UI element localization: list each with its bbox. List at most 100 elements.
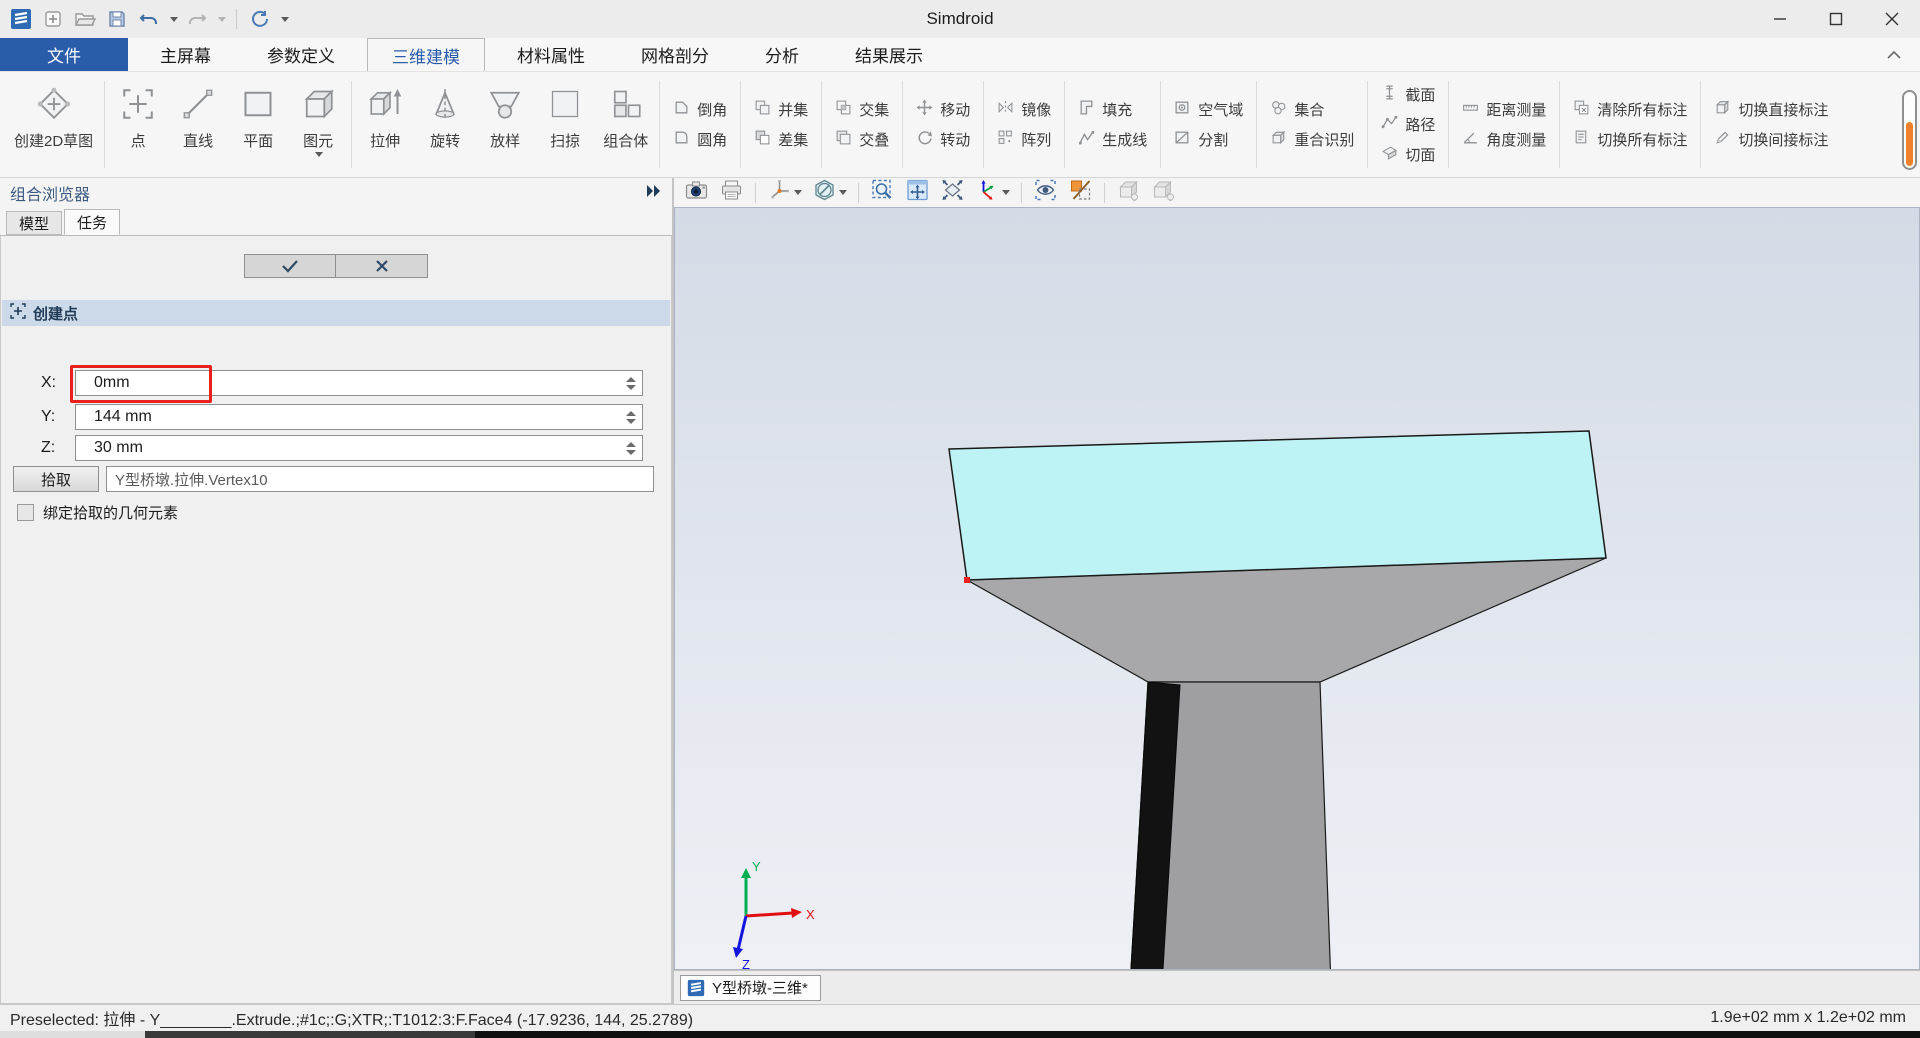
spinner-control[interactable] bbox=[626, 436, 636, 460]
ribbon-button-point[interactable]: 点 bbox=[108, 75, 168, 174]
ribbon-scrollbar[interactable] bbox=[1902, 90, 1917, 170]
ribbon-button-plane[interactable]: 平面 bbox=[228, 75, 288, 174]
ribbon-button-fillet[interactable]: 圆角 bbox=[673, 127, 727, 153]
undo-icon[interactable] bbox=[136, 6, 162, 32]
preselection-status: Preselected: 拉伸 - Y________.Extrude.;#1c… bbox=[10, 1012, 694, 1029]
view-orientation-button[interactable] bbox=[973, 180, 1012, 206]
ribbon-button-coincide[interactable]: 重合识别 bbox=[1270, 127, 1354, 153]
zoom-fit-button[interactable] bbox=[938, 180, 967, 206]
ribbon-button-intersect[interactable]: 交集 bbox=[835, 97, 889, 123]
ribbon-button-loft[interactable]: 放样 bbox=[475, 75, 535, 174]
close-button[interactable] bbox=[1864, 0, 1920, 38]
menu-tab-7[interactable]: 结果展示 bbox=[831, 38, 947, 71]
revolve-icon bbox=[423, 81, 467, 127]
model-canvas[interactable]: Y X Z bbox=[674, 207, 1920, 970]
minimize-button[interactable] bbox=[1752, 0, 1808, 38]
ribbon-button-cut-plane[interactable]: 切面 bbox=[1381, 142, 1435, 168]
visibility-eye-button[interactable] bbox=[1031, 179, 1060, 206]
ribbon-collapse-icon[interactable] bbox=[1886, 38, 1902, 71]
preselected-vertex-marker[interactable] bbox=[964, 577, 970, 583]
bind-picked-geometry-checkbox[interactable] bbox=[17, 504, 34, 521]
ribbon-button-label: 平面 bbox=[243, 133, 274, 150]
ribbon-button-angle-measure[interactable]: 角度测量 bbox=[1462, 127, 1546, 153]
show-body-button[interactable] bbox=[1114, 180, 1143, 206]
cancel-button[interactable] bbox=[336, 254, 428, 278]
ribbon-button-sketch2d[interactable]: 创建2D草图 bbox=[6, 75, 101, 174]
clip-toggle-button[interactable] bbox=[1066, 180, 1095, 206]
ribbon-button-generate-line[interactable]: 生成线 bbox=[1078, 127, 1147, 153]
coordinate-input-z[interactable]: 30 mm bbox=[75, 435, 643, 461]
dropdown-arrow-icon[interactable] bbox=[1002, 190, 1010, 195]
new-file-button[interactable] bbox=[40, 6, 66, 32]
ribbon-button-mirror[interactable]: 镜像 bbox=[997, 97, 1051, 123]
ribbon-button-split[interactable]: 分割 bbox=[1174, 127, 1243, 153]
maximize-button[interactable] bbox=[1808, 0, 1864, 38]
ribbon-button-distance-measure[interactable]: 距离测量 bbox=[1462, 97, 1546, 123]
selected-top-face[interactable] bbox=[948, 430, 1607, 581]
spinner-control[interactable] bbox=[626, 405, 636, 429]
ribbon-group-separator bbox=[740, 81, 742, 168]
open-file-button[interactable] bbox=[72, 6, 98, 32]
panel-expand-icon[interactable] bbox=[644, 184, 662, 203]
refresh-dropdown[interactable] bbox=[279, 6, 289, 32]
section-view-off-button[interactable] bbox=[810, 179, 849, 206]
pan-button[interactable] bbox=[903, 179, 932, 206]
print-icon bbox=[719, 178, 744, 207]
ribbon-button-subtract[interactable]: 差集 bbox=[754, 127, 808, 153]
dropdown-arrow-icon[interactable] bbox=[839, 190, 847, 195]
ribbon-button-clear-annotations[interactable]: 清除所有标注 bbox=[1573, 97, 1687, 123]
menu-tab-5[interactable]: 网格剖分 bbox=[617, 38, 733, 71]
spinner-control[interactable] bbox=[626, 371, 636, 395]
document-tab[interactable]: Y型桥墩-三维* bbox=[680, 974, 821, 1001]
menu-tab-2[interactable]: 参数定义 bbox=[243, 38, 359, 71]
print-button[interactable] bbox=[717, 180, 746, 206]
menu-tab-1[interactable]: 主屏幕 bbox=[136, 38, 235, 71]
triad-display-button[interactable] bbox=[765, 180, 804, 206]
pick-value-field[interactable]: Y型桥墩.拉伸.Vertex10 bbox=[106, 466, 654, 492]
ribbon-button-union[interactable]: 并集 bbox=[754, 97, 808, 123]
ribbon-button-toggle-direct-annotation[interactable]: 切换直接标注 bbox=[1714, 97, 1828, 123]
ribbon-button-fill[interactable]: 填充 bbox=[1078, 97, 1147, 123]
pick-button[interactable]: 拾取 bbox=[13, 466, 99, 492]
show-body-alt-button[interactable] bbox=[1149, 180, 1178, 206]
ribbon-button-rotate[interactable]: 转动 bbox=[916, 127, 970, 153]
menubar: 文件 主屏幕 参数定义 三维建模 材料属性 网格剖分 分析 结果展示 bbox=[0, 38, 1920, 72]
ribbon-button-overlap[interactable]: 交叠 bbox=[835, 127, 889, 153]
panel-tab-2[interactable]: 任务 bbox=[64, 209, 121, 235]
panel-tab-1[interactable]: 模型 bbox=[6, 211, 63, 235]
ribbon-button-extrude[interactable]: 拉伸 bbox=[355, 75, 415, 174]
save-button[interactable] bbox=[104, 6, 130, 32]
ribbon-button-section[interactable]: 截面 bbox=[1381, 82, 1435, 108]
ribbon-button-sweep[interactable]: 扫掠 bbox=[535, 75, 595, 174]
coordinate-input-x[interactable]: 0mm bbox=[70, 365, 643, 403]
ribbon-button-label: 交集 bbox=[859, 102, 890, 119]
menu-file-button[interactable]: 文件 bbox=[0, 38, 128, 71]
ribbon-button-primitive[interactable]: 图元 bbox=[288, 75, 348, 174]
ribbon-button-revolve[interactable]: 旋转 bbox=[415, 75, 475, 174]
refresh-icon[interactable] bbox=[247, 6, 273, 32]
ribbon-button-chamfer[interactable]: 倒角 bbox=[673, 97, 727, 123]
ribbon-button-array[interactable]: 阵列 bbox=[997, 127, 1051, 153]
menu-tab-4[interactable]: 材料属性 bbox=[493, 38, 609, 71]
menu-tab-3[interactable]: 三维建模 bbox=[367, 38, 485, 71]
dropdown-arrow-icon[interactable] bbox=[794, 190, 802, 195]
ribbon-button-line[interactable]: 直线 bbox=[168, 75, 228, 174]
model-browser-panel: 组合浏览器 模型任务 创建点 X:0mmY:144 mmZ:30 m bbox=[0, 178, 672, 1004]
confirm-button[interactable] bbox=[244, 254, 336, 278]
ribbon-button-path[interactable]: 路径 bbox=[1381, 112, 1435, 138]
dropdown-arrow-icon[interactable] bbox=[315, 152, 324, 157]
menu-tab-6[interactable]: 分析 bbox=[741, 38, 823, 71]
coordinate-input-y[interactable]: 144 mm bbox=[75, 404, 643, 430]
ribbon-button-set[interactable]: 集合 bbox=[1270, 97, 1354, 123]
generate-line-icon bbox=[1078, 129, 1095, 151]
undo-dropdown[interactable] bbox=[168, 6, 178, 32]
ribbon-button-air-domain[interactable]: 空气域 bbox=[1174, 97, 1243, 123]
ribbon-button-composite[interactable]: 组合体 bbox=[595, 75, 656, 174]
zoom-window-button[interactable] bbox=[868, 179, 897, 206]
screenshot-camera-button[interactable] bbox=[682, 180, 711, 206]
ribbon-button-toggle-annotations[interactable]: 切换所有标注 bbox=[1573, 127, 1687, 153]
ribbon-button-move[interactable]: 移动 bbox=[916, 97, 970, 123]
redo-icon[interactable] bbox=[184, 6, 210, 32]
ribbon-button-toggle-indirect-annotation[interactable]: 切换间接标注 bbox=[1714, 127, 1828, 153]
redo-dropdown[interactable] bbox=[216, 6, 226, 32]
